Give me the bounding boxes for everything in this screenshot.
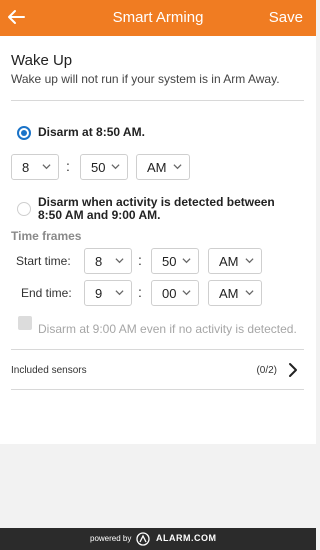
time-frames-label: Time frames [11, 229, 82, 243]
divider [11, 389, 304, 390]
save-button[interactable]: Save [269, 9, 303, 26]
chevron-down-icon [115, 290, 124, 296]
chevron-down-icon [245, 290, 254, 296]
alarm-com-brand: ALARM.COM [156, 533, 217, 543]
no-activity-label[interactable]: Disarm at 9:00 AM even if no activity is… [38, 322, 297, 336]
chevron-down-icon [111, 164, 120, 170]
fixed-hour-select[interactable]: 8 [11, 154, 59, 180]
chevron-down-icon [115, 258, 124, 264]
included-sensors-count: (0/2) [256, 365, 277, 376]
end-time-label: End time: [21, 286, 72, 300]
time-separator: : [138, 252, 142, 268]
powered-by-text: powered by [90, 534, 132, 543]
disarm-activity-label[interactable]: Disarm when activity is detected between… [38, 196, 275, 222]
chevron-right-icon[interactable] [287, 362, 299, 378]
section-subtitle: Wake up will not run if your system is i… [11, 72, 280, 86]
end-minute-select[interactable]: 00 [151, 280, 199, 306]
section-heading: Wake Up [11, 52, 73, 69]
divider [11, 349, 304, 350]
start-minute-select[interactable]: 50 [151, 248, 199, 274]
footer-bar: powered by ALARM.COM [0, 528, 316, 550]
alarm-com-logo-icon [136, 532, 150, 546]
end-hour-select[interactable]: 9 [84, 280, 132, 306]
chevron-down-icon [245, 258, 254, 264]
chevron-down-icon [182, 258, 191, 264]
top-app-bar: Smart Arming Save [0, 0, 316, 36]
chevron-down-icon [182, 290, 191, 296]
disarm-activity-radio[interactable] [17, 202, 31, 216]
settings-panel: Wake Up Wake up will not run if your sys… [0, 36, 316, 444]
disarm-fixed-label[interactable]: Disarm at 8:50 AM. [38, 126, 145, 139]
chevron-down-icon [42, 164, 51, 170]
fixed-ampm-select[interactable]: AM [136, 154, 190, 180]
divider [11, 100, 304, 101]
included-sensors-label[interactable]: Included sensors [11, 365, 87, 376]
start-ampm-select[interactable]: AM [208, 248, 262, 274]
time-separator: : [138, 284, 142, 300]
disarm-fixed-radio[interactable] [17, 126, 31, 140]
fixed-minute-select[interactable]: 50 [80, 154, 128, 180]
no-activity-checkbox[interactable] [18, 316, 32, 330]
start-hour-select[interactable]: 8 [84, 248, 132, 274]
chevron-down-icon [173, 164, 182, 170]
start-time-label: Start time: [16, 254, 71, 268]
end-ampm-select[interactable]: AM [208, 280, 262, 306]
time-separator: : [66, 158, 70, 174]
